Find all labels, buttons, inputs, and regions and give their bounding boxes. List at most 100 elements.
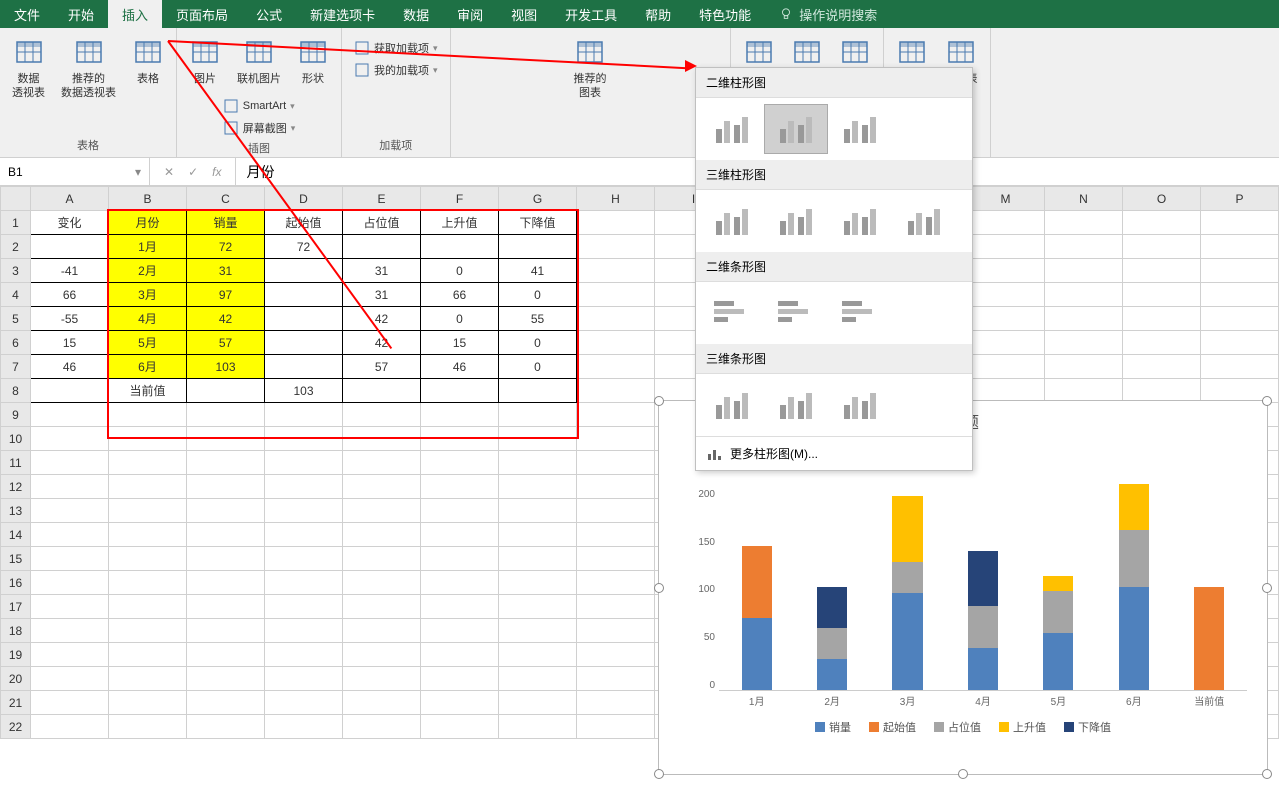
chart-plot-area[interactable]: 050100150200250 1月2月3月4月5月6月当前值 xyxy=(719,441,1247,711)
cell-G5[interactable]: 55 xyxy=(499,307,577,331)
select-all-cell[interactable] xyxy=(1,187,31,211)
cell-G20[interactable] xyxy=(499,667,577,691)
row-header-10[interactable]: 10 xyxy=(1,427,31,451)
cell-B16[interactable] xyxy=(109,571,187,595)
cell-N4[interactable] xyxy=(1045,283,1123,307)
column-header-A[interactable]: A xyxy=(31,187,109,211)
menu-item-5[interactable]: 新建选项卡 xyxy=(296,0,389,28)
cell-E22[interactable] xyxy=(343,715,421,739)
cell-N1[interactable] xyxy=(1045,211,1123,235)
chart-type-3d-clustered-bar[interactable] xyxy=(700,380,764,430)
column-header-B[interactable]: B xyxy=(109,187,187,211)
ribbon-btn-picture[interactable]: 图片 xyxy=(183,32,227,90)
cell-E16[interactable] xyxy=(343,571,421,595)
cell-C20[interactable] xyxy=(187,667,265,691)
row-header-7[interactable]: 7 xyxy=(1,355,31,379)
cell-F20[interactable] xyxy=(421,667,499,691)
fx-icon[interactable]: fx xyxy=(212,165,221,179)
legend-item-占位值[interactable]: 占位值 xyxy=(934,719,981,735)
cell-G15[interactable] xyxy=(499,547,577,571)
cell-G2[interactable] xyxy=(499,235,577,259)
menu-item-2[interactable]: 插入 xyxy=(108,0,162,28)
row-header-1[interactable]: 1 xyxy=(1,211,31,235)
cell-E20[interactable] xyxy=(343,667,421,691)
cell-D1[interactable]: 起始值 xyxy=(265,211,343,235)
chart-type-3d-col[interactable] xyxy=(892,196,956,246)
ribbon-btn-online-pic[interactable]: 联机图片 xyxy=(231,32,287,90)
cell-C16[interactable] xyxy=(187,571,265,595)
name-box[interactable]: B1 ▾ xyxy=(0,158,150,185)
ribbon-small-screenshot[interactable]: 屏幕截图▾ xyxy=(217,118,302,138)
cell-H8[interactable] xyxy=(577,379,655,403)
cell-D15[interactable] xyxy=(265,547,343,571)
cell-G8[interactable] xyxy=(499,379,577,403)
row-header-16[interactable]: 16 xyxy=(1,571,31,595)
cell-H21[interactable] xyxy=(577,691,655,715)
cell-H13[interactable] xyxy=(577,499,655,523)
menu-item-7[interactable]: 审阅 xyxy=(443,0,497,28)
row-header-13[interactable]: 13 xyxy=(1,499,31,523)
cell-N2[interactable] xyxy=(1045,235,1123,259)
cell-D20[interactable] xyxy=(265,667,343,691)
cell-F9[interactable] xyxy=(421,403,499,427)
cell-G6[interactable]: 0 xyxy=(499,331,577,355)
cell-C14[interactable] xyxy=(187,523,265,547)
row-header-3[interactable]: 3 xyxy=(1,259,31,283)
cell-C9[interactable] xyxy=(187,403,265,427)
row-header-19[interactable]: 19 xyxy=(1,643,31,667)
cell-H4[interactable] xyxy=(577,283,655,307)
chart-resize-handle[interactable] xyxy=(654,396,664,406)
cell-A16[interactable] xyxy=(31,571,109,595)
chart-type-stacked100-bar[interactable] xyxy=(828,288,892,338)
cell-B21[interactable] xyxy=(109,691,187,715)
cancel-icon[interactable]: ✕ xyxy=(164,165,174,179)
chart-type-stacked-bar[interactable] xyxy=(764,288,828,338)
cell-F17[interactable] xyxy=(421,595,499,619)
column-header-G[interactable]: G xyxy=(499,187,577,211)
column-header-M[interactable]: M xyxy=(967,187,1045,211)
cell-B17[interactable] xyxy=(109,595,187,619)
cell-D22[interactable] xyxy=(265,715,343,739)
cell-E8[interactable] xyxy=(343,379,421,403)
cell-H6[interactable] xyxy=(577,331,655,355)
cell-A19[interactable] xyxy=(31,643,109,667)
ribbon-small-smartart[interactable]: SmartArt▾ xyxy=(217,96,302,116)
cell-B6[interactable]: 5月 xyxy=(109,331,187,355)
cell-F7[interactable]: 46 xyxy=(421,355,499,379)
cell-F18[interactable] xyxy=(421,619,499,643)
cell-E13[interactable] xyxy=(343,499,421,523)
cell-E9[interactable] xyxy=(343,403,421,427)
cell-A4[interactable]: 66 xyxy=(31,283,109,307)
cell-B11[interactable] xyxy=(109,451,187,475)
cell-M5[interactable] xyxy=(967,307,1045,331)
cell-B7[interactable]: 6月 xyxy=(109,355,187,379)
cell-C21[interactable] xyxy=(187,691,265,715)
cell-A17[interactable] xyxy=(31,595,109,619)
cell-G4[interactable]: 0 xyxy=(499,283,577,307)
cell-F14[interactable] xyxy=(421,523,499,547)
chart-type-3d-clustered[interactable] xyxy=(700,196,764,246)
row-header-11[interactable]: 11 xyxy=(1,451,31,475)
cell-H2[interactable] xyxy=(577,235,655,259)
cell-O5[interactable] xyxy=(1123,307,1201,331)
cell-N7[interactable] xyxy=(1045,355,1123,379)
chart-type-3d-stacked100[interactable] xyxy=(828,196,892,246)
cell-D21[interactable] xyxy=(265,691,343,715)
cell-F4[interactable]: 66 xyxy=(421,283,499,307)
cell-B8[interactable]: 当前值 xyxy=(109,379,187,403)
cell-C17[interactable] xyxy=(187,595,265,619)
cell-P5[interactable] xyxy=(1201,307,1279,331)
more-column-charts[interactable]: 更多柱形图(M)... xyxy=(696,436,972,470)
menu-item-8[interactable]: 视图 xyxy=(497,0,551,28)
cell-G7[interactable]: 0 xyxy=(499,355,577,379)
cell-G10[interactable] xyxy=(499,427,577,451)
cell-F5[interactable]: 0 xyxy=(421,307,499,331)
cell-C22[interactable] xyxy=(187,715,265,739)
cell-B22[interactable] xyxy=(109,715,187,739)
cell-D8[interactable]: 103 xyxy=(265,379,343,403)
cell-F11[interactable] xyxy=(421,451,499,475)
chart-resize-handle[interactable] xyxy=(958,769,968,779)
chart-type-3d-stacked-bar[interactable] xyxy=(764,380,828,430)
cell-A7[interactable]: 46 xyxy=(31,355,109,379)
menu-item-9[interactable]: 开发工具 xyxy=(551,0,631,28)
